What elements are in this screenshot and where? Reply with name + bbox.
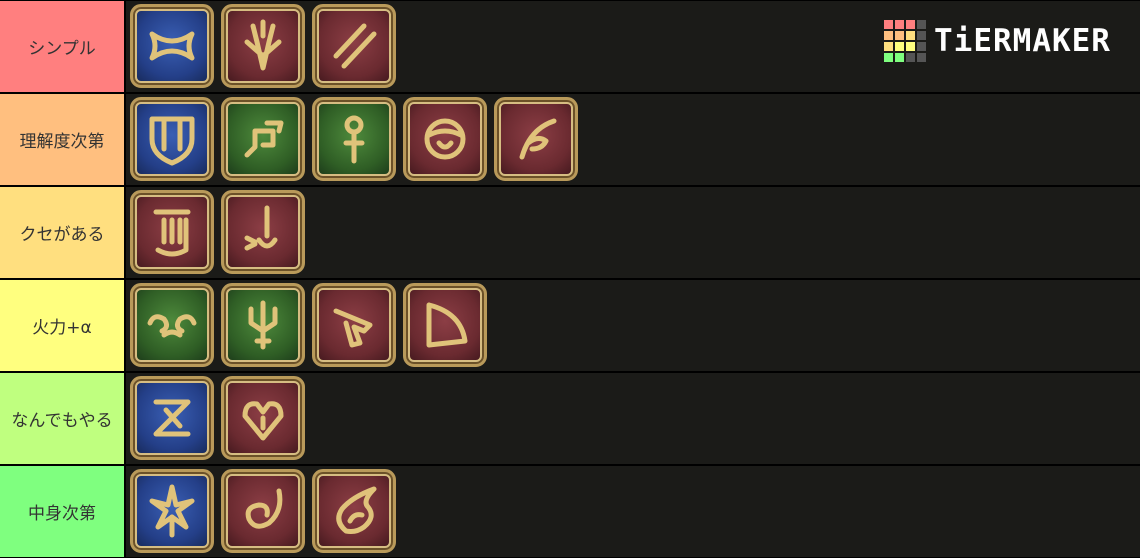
tier-items[interactable] bbox=[126, 94, 1140, 185]
tier-label[interactable]: 理解度次第 bbox=[0, 94, 124, 185]
red-pillar-job-icon[interactable] bbox=[130, 190, 214, 274]
tier-label[interactable]: 中身次第 bbox=[0, 466, 124, 557]
tiermaker-wordmark: TiERMAKER bbox=[934, 23, 1111, 59]
blue-shield-job-icon[interactable] bbox=[130, 97, 214, 181]
red-orb-job-icon[interactable] bbox=[403, 97, 487, 181]
blue-winged-job-icon[interactable] bbox=[130, 4, 214, 88]
green-trident-job-icon[interactable] bbox=[221, 283, 305, 367]
tiermaker-logo: TiERMAKER bbox=[884, 20, 1111, 62]
tier-row: 火力+α bbox=[0, 280, 1140, 371]
green-swirl-job-icon[interactable] bbox=[130, 283, 214, 367]
tier-label[interactable]: なんでもやる bbox=[0, 373, 124, 464]
tier-label[interactable]: 火力+α bbox=[0, 280, 124, 371]
red-quill-job-icon[interactable] bbox=[494, 97, 578, 181]
tier-items[interactable] bbox=[126, 466, 1140, 557]
red-crested-job-icon[interactable] bbox=[221, 4, 305, 88]
blue-star-job-icon[interactable] bbox=[130, 469, 214, 553]
red-gun-job-icon[interactable] bbox=[312, 283, 396, 367]
red-heart-job-icon[interactable] bbox=[221, 376, 305, 460]
blue-zigzag-job-icon[interactable] bbox=[130, 376, 214, 460]
tier-list: シンプル 理解度次第 クセがある 火力+α なんでもやる 中身次第 TiERMA… bbox=[0, 0, 1140, 558]
red-blade-star-job-icon[interactable] bbox=[221, 190, 305, 274]
tier-row: 理解度次第 bbox=[0, 94, 1140, 185]
tier-row: 中身次第 bbox=[0, 466, 1140, 557]
red-spiral-job-icon[interactable] bbox=[221, 469, 305, 553]
tier-items[interactable] bbox=[126, 373, 1140, 464]
red-slash-job-icon[interactable] bbox=[312, 4, 396, 88]
red-flame-job-icon[interactable] bbox=[312, 469, 396, 553]
tier-label[interactable]: シンプル bbox=[0, 1, 124, 92]
green-staff-job-icon[interactable] bbox=[312, 97, 396, 181]
tier-items[interactable] bbox=[126, 280, 1140, 371]
tier-label[interactable]: クセがある bbox=[0, 187, 124, 278]
tier-row: なんでもやる bbox=[0, 373, 1140, 464]
tiermaker-grid-icon bbox=[884, 20, 926, 62]
green-glyph-job-icon[interactable] bbox=[221, 97, 305, 181]
tier-row: クセがある bbox=[0, 187, 1140, 278]
tier-items[interactable] bbox=[126, 187, 1140, 278]
red-bow-job-icon[interactable] bbox=[403, 283, 487, 367]
